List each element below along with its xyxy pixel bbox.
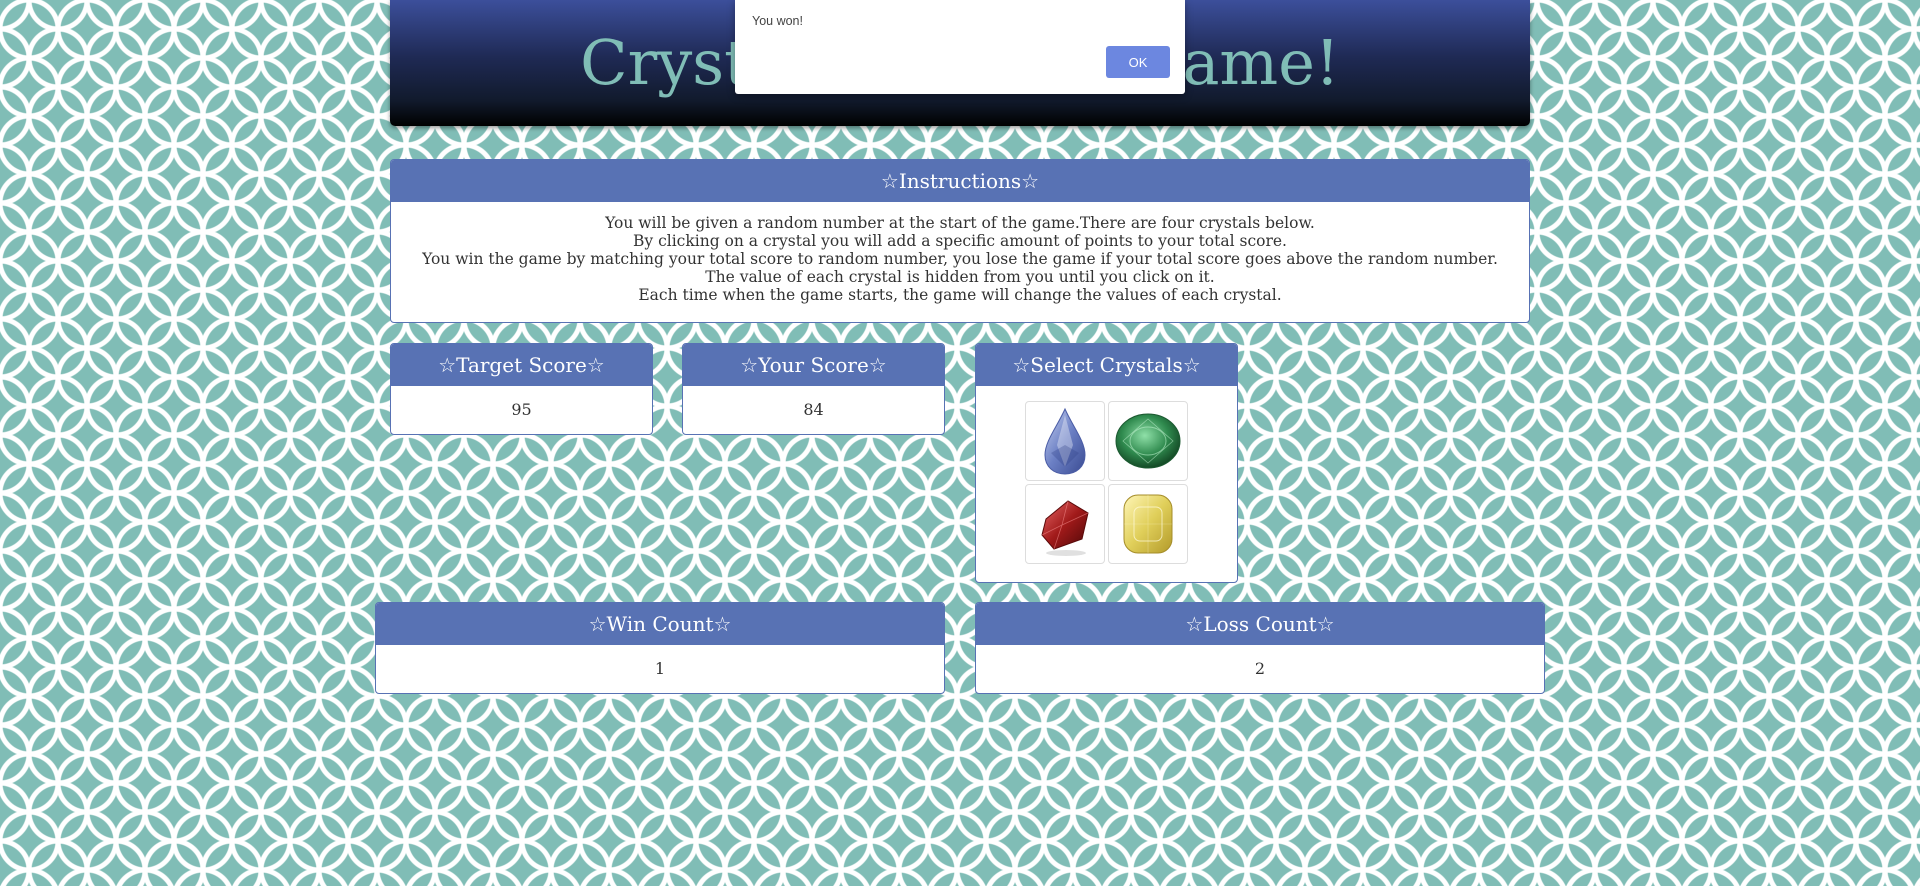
alert-dialog: You won! OK — [735, 0, 1185, 94]
select-crystals-heading: ☆Select Crystals☆ — [976, 344, 1237, 386]
select-crystals-panel: ☆Select Crystals☆ — [975, 343, 1238, 583]
crystal-button-yellow[interactable] — [1108, 484, 1188, 564]
instructions-panel: ☆Instructions☆ You will be given a rando… — [390, 159, 1530, 323]
instructions-line: You win the game by matching your total … — [422, 250, 1498, 268]
your-score-panel: ☆Your Score☆ 84 — [682, 343, 945, 435]
crystal-button-red[interactable] — [1025, 484, 1105, 564]
yellow-crystal-icon — [1123, 494, 1173, 554]
alert-ok-button[interactable]: OK — [1106, 46, 1170, 78]
alert-message: You won! — [752, 14, 803, 28]
instructions-line: The value of each crystal is hidden from… — [705, 268, 1215, 286]
target-score-panel: ☆Target Score☆ 95 — [390, 343, 653, 435]
instructions-heading: ☆Instructions☆ — [391, 160, 1529, 202]
red-crystal-icon — [1041, 500, 1089, 556]
green-crystal-icon — [1115, 413, 1181, 469]
instructions-body: You will be given a random number at the… — [391, 202, 1529, 304]
your-score-value: 84 — [803, 400, 824, 419]
loss-count-panel: ☆Loss Count☆ 2 — [975, 602, 1545, 694]
blue-crystal-icon — [1044, 407, 1086, 475]
target-score-value: 95 — [511, 400, 532, 419]
crystal-button-green[interactable] — [1108, 401, 1188, 481]
instructions-line: You will be given a random number at the… — [605, 214, 1315, 232]
your-score-heading: ☆Your Score☆ — [683, 344, 944, 386]
crystal-button-blue[interactable] — [1025, 401, 1105, 481]
target-score-heading: ☆Target Score☆ — [391, 344, 652, 386]
instructions-line: Each time when the game starts, the game… — [638, 286, 1282, 304]
instructions-line: By clicking on a crystal you will add a … — [633, 232, 1287, 250]
loss-count-value: 2 — [1254, 659, 1266, 678]
crystal-grid — [976, 386, 1237, 564]
win-count-heading: ☆Win Count☆ — [376, 603, 944, 645]
loss-count-heading: ☆Loss Count☆ — [976, 603, 1544, 645]
win-count-panel: ☆Win Count☆ 1 — [375, 602, 945, 694]
win-count-value: 1 — [654, 659, 666, 678]
